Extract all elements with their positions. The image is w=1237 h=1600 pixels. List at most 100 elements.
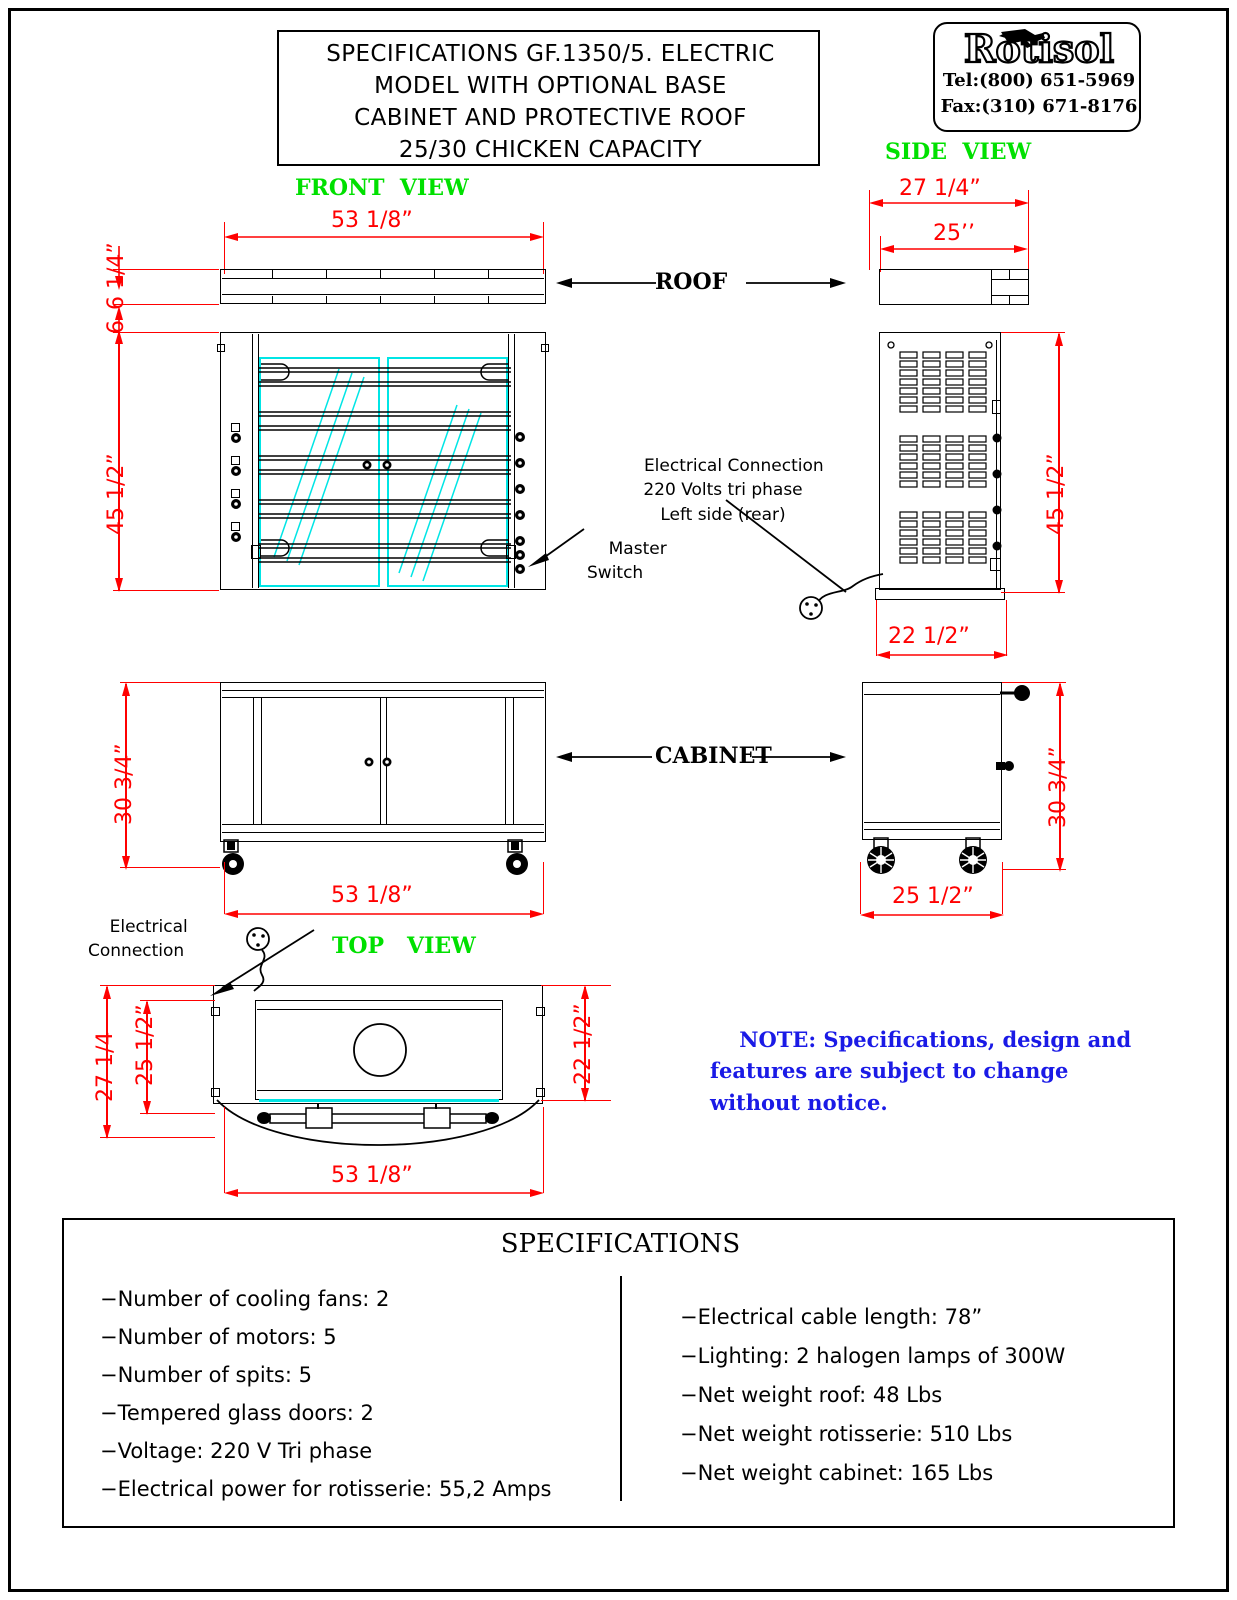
dim-roof-thickness: 6 1/4” [104, 242, 129, 310]
specifications-heading: SPECIFICATIONS [500, 1229, 741, 1259]
ext-line-fw-left [224, 222, 226, 274]
spec-item: −Number of spits: 5 [100, 1363, 312, 1387]
cabinet-front-toprail-1 [222, 690, 544, 692]
side-roof-divider-v [1009, 270, 1011, 280]
annotation-master-switch: Master Switch [587, 512, 667, 611]
logo-block: Rotisol Tel:(800) 651-5969 Fax:(310) 671… [933, 22, 1141, 132]
side-roof-body [879, 269, 1029, 305]
front-roof-seam-3 [380, 270, 382, 279]
side-switch-1 [992, 400, 1001, 414]
front-roof-seam-1 [272, 270, 274, 279]
cabinet-door-handles [364, 757, 392, 767]
ext-side-roof-inner-l [880, 236, 882, 272]
front-roof-body [220, 269, 546, 304]
front-roof-top-rail [222, 278, 544, 280]
logo-tel: Tel:(800) 651-5969 [942, 70, 1136, 91]
specifications-left-column: −Number of cooling fans: 2 −Number of mo… [84, 1280, 614, 1508]
spec-item: −Number of cooling fans: 2 [100, 1287, 390, 1311]
top-view-spit-assembly [257, 1104, 499, 1129]
ext-side-depth-l [876, 600, 878, 656]
cabinet-side-botrail-1 [864, 822, 1000, 824]
cabinet-side-handle-mid [996, 761, 1014, 771]
cabinet-section-label: CABINET [655, 743, 772, 769]
dimext-side-bot [1001, 592, 1065, 594]
dim-top-right-depth: 22 1/2” [571, 1003, 596, 1085]
dim-top-inner-depth: 25 1/2” [133, 1004, 158, 1086]
cabinet-caster-right [506, 839, 528, 875]
annotation-electrical-connection-top: Electrical Connection [88, 890, 188, 989]
dim-front-width-arrow [224, 233, 544, 241]
dimext-side-top [1001, 332, 1065, 334]
side-vent-grid [887, 341, 993, 564]
cabinet-door-right-edge2 [513, 697, 515, 825]
dim-top-outer-depth: 27 1/4 [93, 1031, 118, 1102]
annotation-electrical-connection-top-text: Electrical Connection [88, 916, 188, 962]
dim-cabinet-width-arrow [224, 910, 544, 918]
roof-section-label: ROOF [655, 269, 728, 295]
top-corner-bracket-br [536, 1088, 545, 1097]
specifications-box: SPECIFICATIONS −Number of cooling fans: … [62, 1218, 1175, 1528]
top-corner-bracket-tr [536, 1007, 545, 1016]
cabinet-door-left-edge2 [261, 697, 263, 825]
front-roof-seam-b4 [434, 296, 436, 304]
front-roof-bottom-rail [222, 294, 544, 296]
title-block: SPECIFICATIONS GF.1350/5. ELECTRIC MODEL… [277, 30, 820, 166]
top-view-inner-rail [257, 1009, 501, 1011]
svg-text:Rotisol: Rotisol [964, 26, 1114, 71]
ext-cabw-r [543, 862, 545, 914]
cabinet-front-toprail-2 [222, 697, 544, 699]
cabinet-front-botrail-1 [222, 824, 544, 826]
dimext-top-right-b [541, 1100, 611, 1102]
side-view-label: SIDE VIEW [885, 139, 1032, 165]
dim-sidecab-depth-arrow [860, 911, 1004, 919]
front-latch-right [506, 545, 516, 559]
dim-cabinet-height: 30 3/4” [112, 743, 137, 825]
front-left-bracket-top [217, 344, 225, 352]
front-latch-left [251, 545, 261, 559]
front-roof-seam-5 [488, 270, 490, 279]
dim-side-body-height: 45 1/2” [1044, 453, 1069, 535]
spec-item: −Number of motors: 5 [100, 1325, 337, 1349]
cabinet-side-body [862, 682, 1002, 840]
dim-side-roof-width-arrow [869, 199, 1029, 207]
dimext-cab-bot [120, 867, 220, 869]
specifications-right-column: −Electrical cable length: 78” −Lighting:… [664, 1298, 1164, 1493]
top-corner-bracket-bl [211, 1088, 220, 1097]
dim-side-roof-inner-arrow [880, 245, 1028, 253]
front-door-handles [362, 460, 392, 470]
ext-side-roof-l [869, 190, 871, 270]
cabinet-door-right-edge [505, 697, 507, 825]
front-roof-seam-b2 [326, 296, 328, 304]
plug-connector-icon [799, 573, 884, 620]
note-block: NOTE: Specifications, design and feature… [710, 992, 1131, 1150]
front-spit-bars [259, 363, 511, 563]
dim-top-width-arrow [224, 1189, 544, 1197]
ext-sidecab-depth-r [1002, 862, 1004, 914]
cabinet-side-toprail [864, 694, 1000, 696]
cabinet-side-botrail-2 [864, 829, 1000, 831]
spec-item: −Lighting: 2 halogen lamps of 300W [680, 1344, 1066, 1368]
logo-fax: Fax:(310) 671-8176 [940, 96, 1138, 117]
title-line-1: SPECIFICATIONS GF.1350/5. ELECTRIC [326, 41, 775, 67]
dim-side-cabinet-height: 30 3/4” [1046, 746, 1071, 828]
title-line-4: 25/30 CHICKEN CAPACITY [398, 137, 703, 163]
side-roof-divider-v2 [1009, 295, 1011, 304]
title-line-2: MODEL WITH OPTIONAL BASE [374, 73, 727, 99]
title-line-3: CABINET AND PROTECTIVE ROOF [354, 105, 747, 131]
dimext-top-outer-b [100, 1137, 215, 1139]
front-view-label: FRONT VIEW [295, 175, 469, 201]
top-corner-bracket-tl [211, 1007, 220, 1016]
cabinet-side-handle-top [1000, 685, 1030, 701]
rotisol-logo-icon: Rotisol [963, 25, 1115, 72]
side-switch-2 [990, 558, 1001, 571]
dim-side-depth-arrow [876, 651, 1008, 659]
side-knobs [992, 433, 1002, 551]
cabinet-front-botrail-2 [222, 832, 544, 834]
annotation-master-switch-text: Master Switch [587, 538, 667, 584]
side-base-plate [875, 588, 1005, 600]
cabinet-door-left-edge [253, 697, 255, 825]
dimext-body-bot [113, 590, 219, 592]
ext-sidecab-depth-l [860, 862, 862, 914]
front-right-bracket-top [541, 344, 549, 352]
front-roof-seam-b5 [488, 296, 490, 304]
